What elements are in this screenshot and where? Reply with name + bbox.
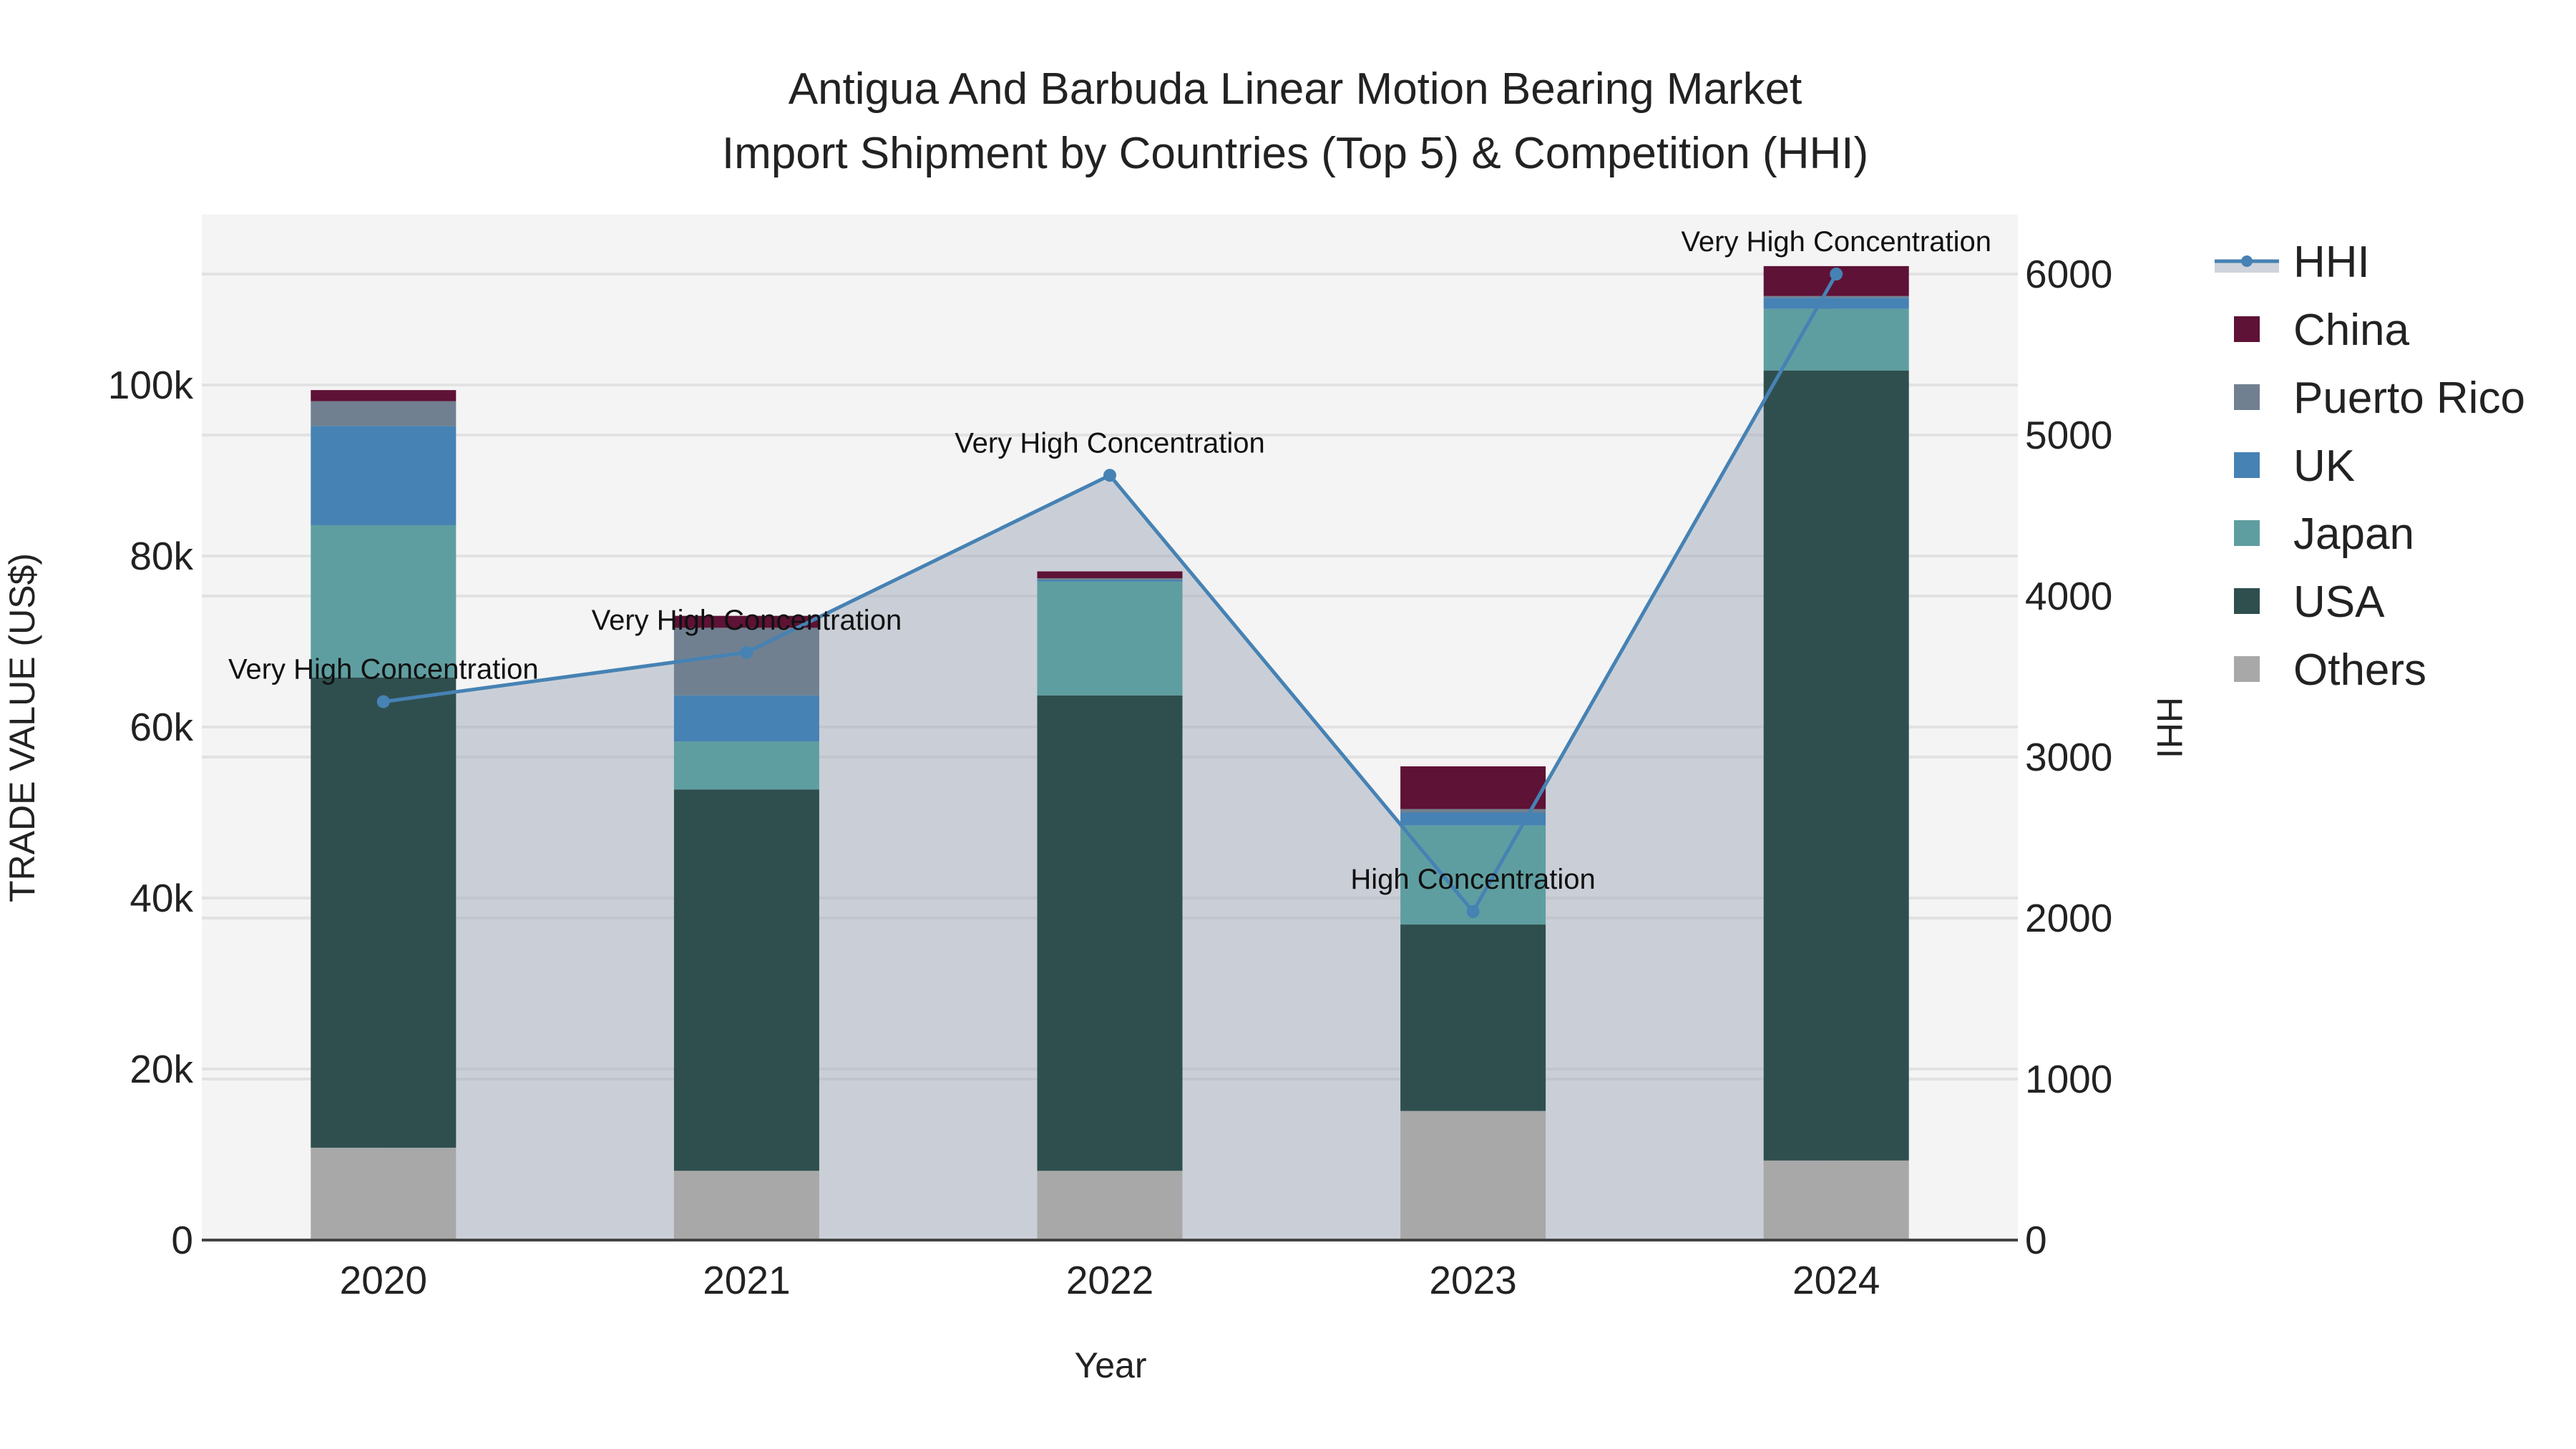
hhi-point-2023[interactable] [1466,905,1480,918]
bar-puerto-rico-2020[interactable] [311,401,457,426]
bar-puerto-rico-2022[interactable] [1037,578,1183,580]
y2-tick-label: 2000 [2025,896,2112,940]
hhi-point-2024[interactable] [1830,268,1843,280]
x-tick-label: 2023 [1429,1258,1516,1302]
y-tick-label: 100k [108,363,194,407]
x-axis-label: Year [1074,1345,1146,1385]
bar-puerto-rico-2023[interactable] [1400,809,1546,813]
y-tick-label: 80k [130,534,193,578]
legend: HHI China Puerto Rico UK Japan USA Others [2215,238,2525,695]
y2-tick-label: 6000 [2025,252,2112,296]
chart: Antigua And Barbuda Linear Motion Bearin… [2,64,2525,1385]
bar-usa-2021[interactable] [673,789,819,1171]
bar-uk-2021[interactable] [673,695,819,742]
legend-swatch-usa [2234,588,2260,614]
y-tick-label: 20k [130,1047,193,1091]
legend-swatch-puerto-rico [2234,384,2260,410]
hhi-point-2022[interactable] [1103,469,1116,482]
y2-tick-label: 3000 [2025,735,2112,779]
y-axis-label: TRADE VALUE (US$) [2,553,42,902]
hhi-point-2021[interactable] [740,645,753,659]
legend-hhi-marker [2241,255,2253,267]
bar-usa-2022[interactable] [1037,695,1183,1171]
bar-japan-2022[interactable] [1037,581,1183,696]
legend-label-usa[interactable]: USA [2293,577,2385,627]
legend-label-uk[interactable]: UK [2293,441,2355,491]
bar-uk-2020[interactable] [311,426,457,525]
x-tick-label: 2022 [1066,1258,1153,1302]
hhi-point-2020[interactable] [376,695,390,708]
bar-usa-2023[interactable] [1400,924,1546,1111]
x-tick-label: 2021 [703,1258,790,1302]
bar-puerto-rico-2021[interactable] [673,628,819,696]
legend-label-puerto-rico[interactable]: Puerto Rico [2293,374,2525,423]
bar-japan-2021[interactable] [673,741,819,790]
bar-china-2020[interactable] [311,390,457,401]
y2-tick-label: 0 [2025,1218,2047,1262]
legend-label-others[interactable]: Others [2293,645,2426,695]
bar-china-2022[interactable] [1037,571,1183,579]
hhi-annotation: Very High Concentration [592,605,902,636]
hhi-annotation: Very High Concentration [228,654,539,686]
legend-label-hhi[interactable]: HHI [2293,238,2370,287]
bar-puerto-rico-2024[interactable] [1763,296,1909,298]
bar-china-2023[interactable] [1400,766,1546,809]
hhi-annotation: High Concentration [1350,864,1595,895]
bar-uk-2022[interactable] [1037,580,1183,582]
bar-others-2021[interactable] [673,1171,819,1240]
bar-usa-2024[interactable] [1763,370,1909,1161]
y-tick-label: 40k [130,876,193,920]
legend-swatch-uk [2234,452,2260,478]
bar-uk-2024[interactable] [1763,298,1909,309]
y-tick-label: 0 [171,1218,193,1262]
x-tick-label: 2024 [1792,1258,1880,1302]
bar-usa-2020[interactable] [311,677,457,1148]
legend-swatch-japan [2234,520,2260,546]
y2-axis-label: HHI [2150,697,2190,758]
y2-tick-label: 4000 [2025,574,2112,618]
chart-title: Antigua And Barbuda Linear Motion Bearin… [789,64,1802,114]
y-tick-label: 60k [130,705,193,749]
legend-label-japan[interactable]: Japan [2293,509,2414,559]
bar-others-2020[interactable] [311,1147,457,1240]
hhi-annotation: Very High Concentration [955,427,1265,459]
bar-others-2023[interactable] [1400,1111,1546,1240]
x-tick-label: 2020 [340,1258,427,1302]
bar-others-2022[interactable] [1037,1171,1183,1240]
chart-subtitle: Import Shipment by Countries (Top 5) & C… [722,129,1868,178]
hhi-annotation: Very High Concentration [1681,226,1991,258]
y2-tick-label: 1000 [2025,1057,2112,1101]
bar-others-2024[interactable] [1763,1160,1909,1240]
legend-label-china[interactable]: China [2293,306,2410,355]
legend-swatch-others [2234,656,2260,682]
y2-tick-label: 5000 [2025,413,2112,457]
legend-swatch-china [2234,316,2260,342]
